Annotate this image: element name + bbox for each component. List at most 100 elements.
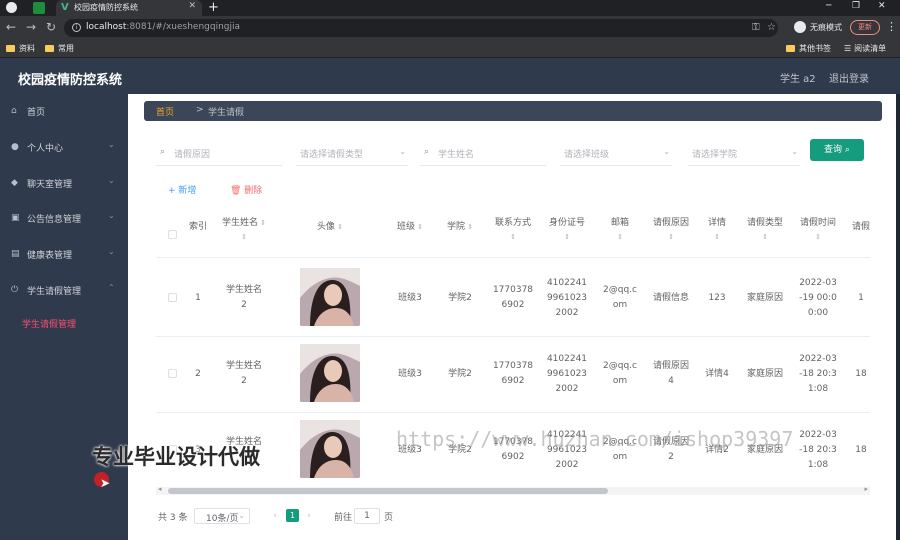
column-header[interactable]: 请假时间 ⇕ (794, 216, 842, 244)
new-tab-icon[interactable]: + (208, 0, 219, 15)
table-row[interactable]: 1 学生姓名 2 班级3 学院2 1770378 6902 4102241 9961023… (156, 262, 870, 334)
window-close-icon[interactable]: ✕ (878, 1, 886, 11)
back-icon[interactable]: ← (6, 21, 16, 33)
sidebar-item-chatroom[interactable]: ◆ 聊天室管理 ⌄ (0, 168, 128, 198)
row-checkbox[interactable] (168, 293, 177, 302)
sidebar-item-notice[interactable]: ▣ 公告信息管理 ⌄ (0, 203, 128, 233)
column-header[interactable]: 班级 ⇕ (388, 220, 432, 235)
breadcrumb-home[interactable]: 首页 (156, 105, 174, 118)
column-header[interactable]: 请假 (846, 220, 870, 235)
health-icon: ▤ (11, 249, 20, 259)
bookmark-star-icon[interactable]: ☆ (767, 22, 776, 33)
sidebar-item-personal-center[interactable]: ● 个人中心 ⌄ (0, 132, 128, 162)
add-button[interactable]: + 新增 (168, 183, 196, 196)
college-select[interactable]: 请选择学院 ⌄ (688, 142, 800, 166)
reading-list[interactable]: ☰ 阅读清单 (844, 43, 886, 54)
bookmarks-bar: 资料 常用 其他书签 ☰ 阅读清单 (0, 40, 900, 58)
power-icon: ⏻ (11, 285, 19, 295)
reason-search-input[interactable]: ⌕ 请假原因 (156, 142, 282, 166)
search-icon: ⌕ (424, 147, 430, 157)
reading-list-icon: ☰ (844, 44, 852, 53)
sort-caret-icon[interactable]: ⇕ (762, 233, 768, 241)
minimize-icon[interactable]: ─ (826, 1, 831, 11)
update-button[interactable]: 更新 (850, 20, 880, 35)
column-header[interactable]: 索引 (184, 220, 212, 235)
trash-icon: 🗑 (230, 186, 245, 196)
chevron-down-icon: ⌄ (238, 511, 245, 520)
sort-caret-icon[interactable]: ⇕ (241, 233, 247, 241)
sort-caret-icon[interactable]: ⇕ (564, 233, 570, 241)
sidebar-item-health[interactable]: ▤ 健康表管理 ⌄ (0, 239, 128, 269)
column-header[interactable]: 请假原因 ⇕ (648, 216, 694, 244)
scrollbar-thumb[interactable] (168, 488, 608, 494)
chevron-down-icon: ⌄ (108, 247, 115, 256)
sort-caret-icon[interactable]: ⇕ (335, 223, 343, 231)
sidebar-item-leave[interactable]: ⏻ 学生请假管理 ⌃ (0, 275, 128, 305)
column-header[interactable]: 详情 ⇕ (698, 216, 736, 244)
sidebar-item-label: 首页 (27, 108, 46, 118)
table-horizontal-scrollbar[interactable]: ◂ ▸ (156, 485, 870, 495)
query-button[interactable]: 查询 ⌕ (810, 139, 864, 161)
sort-caret-icon[interactable]: ⇕ (510, 233, 516, 241)
column-header[interactable]: 头像 ⇕ (286, 220, 374, 235)
search-icon: ⌕ (844, 145, 850, 155)
scroll-right-icon[interactable]: ▸ (864, 485, 868, 493)
prev-page-icon[interactable]: ‹ (268, 508, 282, 524)
row-checkbox[interactable] (168, 369, 177, 378)
column-header[interactable]: 身份证号 ⇕ (542, 216, 592, 244)
sort-caret-icon[interactable]: ⇕ (714, 233, 720, 241)
maximize-icon[interactable]: ❐ (852, 1, 860, 11)
sort-caret-icon[interactable]: ⇕ (465, 223, 473, 231)
sidebar-item-label: 聊天室管理 (27, 180, 73, 190)
app-title: 校园疫情防控系统 (18, 73, 123, 88)
bookmark-folder[interactable]: 资料 (6, 43, 35, 54)
pagination: 共 3 条 10条/页 ⌄ ‹ 1 › 前往 1 页 (158, 508, 558, 524)
browser-profile-icon[interactable] (6, 2, 17, 13)
sort-caret-icon[interactable]: ⇕ (415, 223, 423, 231)
breadcrumb: 首页 > 学生请假 (144, 101, 882, 121)
page-size-select[interactable]: 10条/页 ⌄ (194, 508, 250, 524)
class-select[interactable]: 请选择班级 ⌄ (560, 142, 672, 166)
home-icon: ⌂ (11, 106, 17, 116)
column-header[interactable]: 联系方式 ⇕ (488, 216, 538, 244)
next-page-icon[interactable]: › (302, 508, 316, 524)
browser-tab-bar: V 校园疫情防控系统 ✕ + ─ ❐ ✕ (0, 0, 900, 16)
sort-caret-icon[interactable]: ⇕ (668, 233, 674, 241)
table-row[interactable]: 2 学生姓名 2 班级3 学院2 1770378 6902 4102241 9961023… (156, 338, 870, 410)
sidebar-item-label: 个人中心 (27, 144, 64, 154)
forward-icon[interactable]: → (26, 21, 36, 33)
column-header[interactable]: 请假类型 ⇕ (740, 216, 790, 244)
delete-button[interactable]: 🗑 删除 (230, 183, 262, 196)
avatar (300, 420, 360, 478)
column-header[interactable]: 学生姓名 ⇕ ⇕ (216, 216, 272, 244)
goto-page-input[interactable]: 1 (354, 508, 380, 524)
sort-caret-icon[interactable]: ⇕ (258, 219, 266, 227)
pinned-tab-icon[interactable] (33, 2, 45, 14)
browser-menu-icon[interactable]: ⋮ (886, 20, 897, 33)
bookmark-folder[interactable]: 常用 (45, 43, 74, 54)
url-input[interactable]: i localhost:8081/#/xueshengqingjia ⚿ ☆ (64, 19, 778, 37)
table-cell-time: 2022-03 -18 20:3 1:08 (799, 429, 837, 470)
column-header[interactable]: 邮箱 ⇕ (596, 216, 644, 244)
student-name-input[interactable]: ⌕ 学生姓名 (420, 142, 546, 166)
table-cell-extra: 18 (855, 368, 867, 379)
site-info-icon[interactable]: i (72, 23, 81, 32)
key-icon[interactable]: ⚿ (752, 22, 760, 33)
select-all-checkbox[interactable] (168, 230, 177, 239)
sidebar-subitem-leave-management[interactable]: 学生请假管理 (22, 317, 76, 330)
sort-caret-icon[interactable]: ⇕ (815, 233, 821, 241)
table-cell-idno: 4102241 9961023 2002 (546, 277, 588, 318)
incognito-icon[interactable] (794, 21, 806, 33)
browser-tab-active[interactable]: V 校园疫情防控系统 ✕ (56, 0, 202, 16)
sidebar-item-home[interactable]: ⌂ 首页 (0, 96, 128, 126)
page-number-current[interactable]: 1 (286, 509, 299, 522)
column-header[interactable]: 学院 ⇕ (438, 220, 482, 235)
other-bookmarks[interactable]: 其他书签 (786, 43, 831, 54)
logout-link[interactable]: 退出登录 (829, 70, 869, 85)
leave-type-select[interactable]: 请选择请假类型 ⌄ (296, 142, 408, 166)
table-cell-time: 2022-03 -18 20:3 1:08 (799, 353, 837, 394)
reload-icon[interactable]: ↻ (46, 21, 56, 33)
sort-caret-icon[interactable]: ⇕ (617, 233, 623, 241)
tab-close-icon[interactable]: ✕ (188, 1, 196, 11)
scroll-left-icon[interactable]: ◂ (158, 485, 162, 493)
